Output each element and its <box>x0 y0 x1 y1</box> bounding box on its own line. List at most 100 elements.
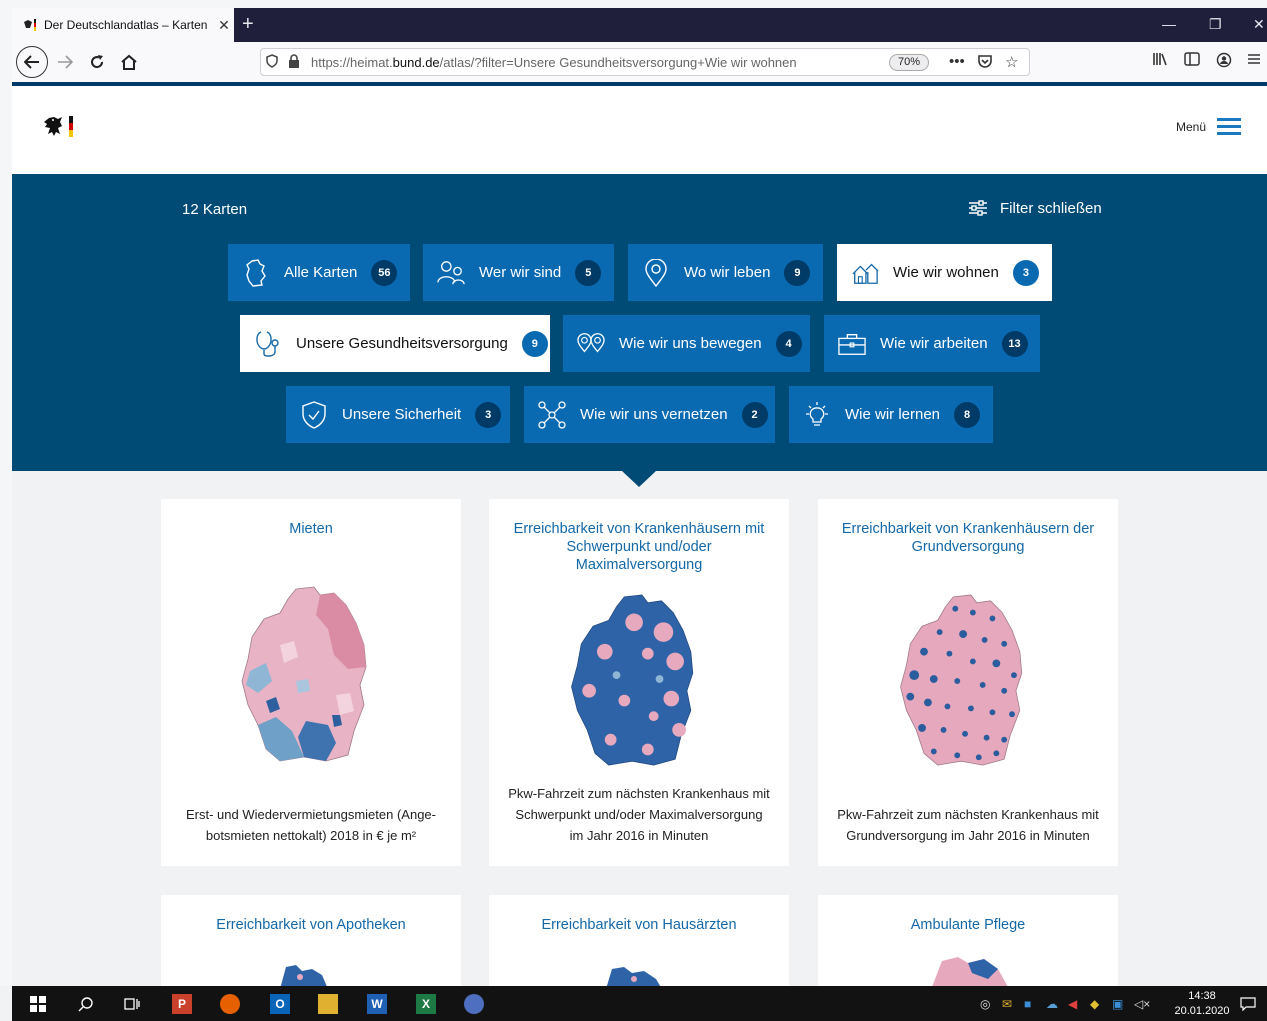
federal-eagle-logo[interactable] <box>40 114 80 140</box>
word-icon[interactable]: W <box>367 994 387 1014</box>
card-title[interactable]: Erreichbarkeit von Krankenhäusern der Gr… <box>836 520 1100 556</box>
minimize-icon[interactable]: — <box>1162 16 1176 32</box>
outlook-tray-icon[interactable]: ■ <box>1024 997 1031 1011</box>
windows-start-icon[interactable] <box>28 994 48 1014</box>
card-title[interactable]: Erreichbarkeit von Hausärzten <box>507 916 771 934</box>
filter-chip-wie-wir-wohnen[interactable]: Wie wir wohnen 3 <box>837 244 1052 301</box>
lock-icon[interactable] <box>283 53 305 71</box>
map-card-mieten[interactable]: Mieten Erst- und Wiedervermietungsmieten… <box>161 499 461 866</box>
map-card-ambulante-pflege[interactable]: Ambulante Pflege <box>818 895 1118 986</box>
file-explorer-icon[interactable] <box>318 994 338 1014</box>
count-badge: 4 <box>775 330 802 357</box>
filter-chip-wie-wir-uns-vernetzen[interactable]: Wie wir uns vernetzen 2 <box>524 386 775 443</box>
count-badge: 3 <box>1012 259 1039 286</box>
url-bar[interactable]: https://heimat.bund.de/atlas/?filter=Uns… <box>260 48 1030 76</box>
account-icon[interactable] <box>1216 52 1232 72</box>
page-actions-icon[interactable]: ••• <box>949 53 965 70</box>
network-status-icon[interactable]: ◎ <box>980 997 990 1011</box>
card-title[interactable]: Erreichbarkeit von Apotheken <box>179 916 443 934</box>
houses-icon <box>851 259 879 287</box>
count-badge: 5 <box>575 259 602 286</box>
flag-tray-icon[interactable]: ◀ <box>1068 997 1077 1011</box>
url-text[interactable]: https://heimat.bund.de/atlas/?filter=Uns… <box>311 55 797 70</box>
filter-close-label: Filter schließen <box>1000 199 1102 217</box>
count-badge: 9 <box>784 259 811 286</box>
germany-hospital-max-map <box>571 594 694 766</box>
filter-chip-wo-wir-leben[interactable]: Wo wir leben 9 <box>628 244 823 301</box>
task-view-icon[interactable] <box>122 994 142 1014</box>
forward-button[interactable] <box>50 48 80 76</box>
germany-hospital-basic-map <box>900 594 1023 766</box>
germany-gp-map <box>606 967 661 986</box>
home-button[interactable] <box>114 48 144 76</box>
map-card-krankenhaeuser-grundversorgung[interactable]: Erreichbarkeit von Krankenhäusern der Gr… <box>818 499 1118 866</box>
filter-chip-alle-karten[interactable]: Alle Karten 56 <box>228 244 410 301</box>
map-count: 12 Karten <box>182 201 248 218</box>
menu-label[interactable]: Menü <box>1176 120 1206 134</box>
filter-chip-unsere-gesundheitsversorgung[interactable]: Unsere Gesundheitsversorgung 9 <box>240 315 550 372</box>
route-pins-icon <box>577 330 605 358</box>
card-title[interactable]: Ambulante Pflege <box>836 916 1100 934</box>
powerpoint-icon[interactable]: P <box>172 994 192 1014</box>
network-icon <box>538 400 566 429</box>
volume-muted-icon[interactable]: ◁× <box>1134 997 1150 1011</box>
mail-tray-icon[interactable]: ✉ <box>1002 997 1012 1011</box>
count-badge: 13 <box>1001 330 1028 357</box>
zoom-level-badge[interactable]: 70% <box>889 54 930 71</box>
location-pin-icon <box>642 258 670 287</box>
filter-panel: 12 Karten Filter schließen Alle Karten 5… <box>12 174 1267 471</box>
card-description: Pkw-Fahrzeit zum nächsten Krankenhaus mi… <box>508 786 770 843</box>
cloud-tray-icon[interactable]: ☁ <box>1046 997 1058 1011</box>
filter-close-button[interactable]: Filter schließen <box>968 199 1102 217</box>
map-card-krankenhaeuser-schwerpunkt[interactable]: Erreichbarkeit von Krankenhäusern mit Sc… <box>489 499 789 866</box>
bund-favicon-icon <box>22 17 38 33</box>
hamburger-menu-icon[interactable] <box>1217 118 1241 136</box>
card-description: Erst- und Wiedervermietungsmieten (Ange-… <box>186 807 436 843</box>
notifications-icon[interactable] <box>1240 997 1256 1014</box>
germany-care-map <box>932 957 1008 986</box>
outlook-icon[interactable]: O <box>270 994 290 1014</box>
count-badge: 2 <box>741 401 768 428</box>
count-badge: 9 <box>521 330 548 357</box>
new-tab-button[interactable]: + <box>242 14 254 34</box>
search-icon[interactable] <box>76 994 96 1014</box>
card-title[interactable]: Erreichbarkeit von Krankenhäusern mit Sc… <box>507 520 771 574</box>
filter-sliders-icon <box>969 200 987 216</box>
window-frame-top <box>0 0 1267 8</box>
windows-taskbar: P O W X ◎ ✉ ■ ☁ ◀ ◆ ▣ ◁× 14:38 20.01.202… <box>12 986 1267 1021</box>
count-badge: 8 <box>954 401 981 428</box>
lightbulb-icon <box>803 401 831 429</box>
filter-chip-wie-wir-arbeiten[interactable]: Wie wir arbeiten 13 <box>824 315 1040 372</box>
map-card-hausaerzte[interactable]: Erreichbarkeit von Hausärzten <box>489 895 789 986</box>
firefox-icon[interactable] <box>220 994 240 1014</box>
security-tray-icon[interactable]: ◆ <box>1090 997 1099 1011</box>
filter-panel-pointer <box>622 471 656 487</box>
pocket-icon[interactable] <box>977 53 993 73</box>
reload-button[interactable] <box>82 48 112 76</box>
germany-outline-icon <box>242 258 270 287</box>
browser-toolbar: https://heimat.bund.de/atlas/?filter=Uns… <box>12 42 1267 82</box>
card-description: Pkw-Fahrzeit zum nächsten Krankenhaus mi… <box>837 807 1099 843</box>
filter-chip-unsere-sicherheit[interactable]: Unsere Sicherheit 3 <box>286 386 510 443</box>
display-tray-icon[interactable]: ▣ <box>1112 997 1123 1011</box>
filter-chip-wie-wir-uns-bewegen[interactable]: Wie wir uns bewegen 4 <box>563 315 810 372</box>
app-icon[interactable] <box>464 994 484 1014</box>
excel-icon[interactable]: X <box>416 994 436 1014</box>
germany-pharmacy-map <box>280 965 327 986</box>
filter-chip-wie-wir-lernen[interactable]: Wie wir lernen 8 <box>789 386 993 443</box>
tab-close-icon[interactable]: ✕ <box>214 17 234 34</box>
bookmark-star-icon[interactable]: ☆ <box>1005 53 1018 71</box>
app-menu-icon[interactable] <box>1248 52 1260 69</box>
library-icon[interactable] <box>1152 52 1168 70</box>
sidebar-icon[interactable] <box>1184 52 1200 70</box>
shield-check-icon <box>300 400 328 429</box>
system-clock[interactable]: 14:38 20.01.2020 <box>1172 989 1232 1019</box>
browser-tab[interactable]: Der Deutschlandatlas – Karten ✕ <box>12 8 234 42</box>
back-button[interactable] <box>16 46 48 78</box>
tracking-shield-icon[interactable] <box>261 53 283 71</box>
restore-icon[interactable]: ❐ <box>1209 16 1222 33</box>
filter-chip-wer-wir-sind[interactable]: Wer wir sind 5 <box>423 244 614 301</box>
map-card-apotheken[interactable]: Erreichbarkeit von Apotheken <box>161 895 461 986</box>
close-window-icon[interactable]: ✕ <box>1253 16 1265 33</box>
card-title[interactable]: Mieten <box>179 520 443 538</box>
